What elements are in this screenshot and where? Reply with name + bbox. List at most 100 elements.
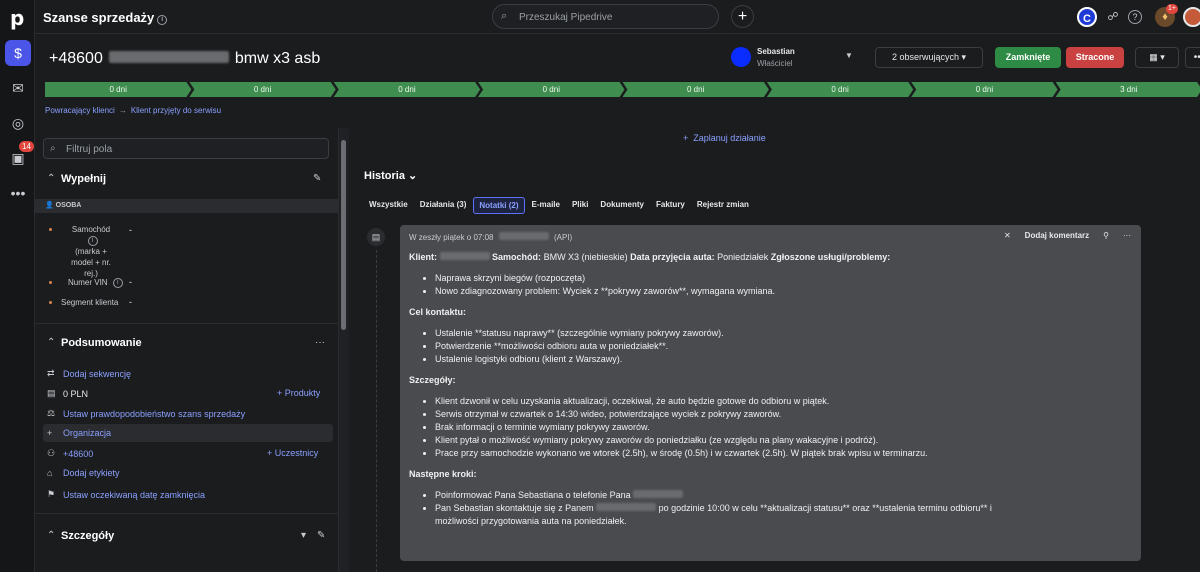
breadcrumb-pipeline[interactable]: Powracający klienci bbox=[45, 106, 115, 115]
pin-icon[interactable]: ⚲ bbox=[1103, 231, 1109, 240]
tab-emails[interactable]: E-maile bbox=[527, 197, 565, 214]
main-content: + Zaplanuj działanie Historia ⌄ Wszystki… bbox=[349, 128, 1200, 572]
schedule-activity-button[interactable]: + Zaplanuj działanie bbox=[683, 133, 766, 143]
help-icon[interactable]: ? bbox=[1128, 10, 1142, 24]
car-value: BMW X3 (niebieskie) bbox=[543, 252, 628, 262]
mail-icon[interactable]: ✉ bbox=[5, 75, 31, 101]
add-products-button[interactable]: + Produkty bbox=[277, 388, 320, 398]
owner-avatar[interactable] bbox=[731, 47, 751, 67]
chevron-up-icon[interactable]: ⌃ bbox=[47, 173, 55, 184]
deals-icon[interactable]: $ bbox=[5, 40, 31, 66]
search-input[interactable] bbox=[519, 9, 709, 25]
user-company-icon[interactable]: C bbox=[1077, 7, 1097, 27]
more-icon[interactable]: ··· bbox=[1123, 231, 1131, 240]
add-labels-link[interactable]: Dodaj etykiety bbox=[63, 468, 120, 478]
list-item: Potwierdzenie **możliwości odbioru auta … bbox=[435, 340, 1129, 353]
add-sequence-link[interactable]: Dodaj sekwencję bbox=[63, 369, 131, 379]
person-row[interactable]: ⚇ +48600 bbox=[47, 448, 93, 459]
tab-all[interactable]: Wszystkie bbox=[364, 197, 413, 214]
history-title-text: Historia bbox=[364, 170, 405, 182]
quick-add-button[interactable]: + bbox=[731, 5, 754, 28]
collapse-icon[interactable]: ✕ bbox=[1004, 231, 1011, 240]
pipeline-stage[interactable]: 0 dni bbox=[334, 82, 480, 97]
pipeline-stages: 0 dni 0 dni 0 dni 0 dni 0 dni 0 dni 0 dn… bbox=[45, 82, 1200, 97]
chevron-up-icon[interactable]: ⌃ bbox=[47, 530, 55, 541]
info-icon[interactable]: i bbox=[112, 278, 123, 288]
scrollbar-thumb[interactable] bbox=[341, 140, 346, 330]
person-link[interactable]: +48600 bbox=[63, 449, 93, 459]
field-label-car: Samochód i (marka + model + nr. rej.) bbox=[65, 224, 117, 279]
pipeline-stage[interactable]: 0 dni bbox=[623, 82, 769, 97]
chevron-up-icon[interactable]: ⌃ bbox=[47, 337, 55, 348]
deal-title[interactable]: +48600 bmw x3 asb bbox=[49, 50, 320, 68]
breadcrumb-stage[interactable]: Klient przyjęty do serwisu bbox=[131, 106, 221, 115]
info-icon[interactable]: i bbox=[87, 236, 98, 246]
close-date-link[interactable]: Ustaw oczekiwaną datę zamknięcia bbox=[63, 490, 205, 500]
page-title-text: Szanse sprzedaży bbox=[43, 10, 155, 25]
filter-input[interactable] bbox=[66, 142, 316, 156]
avatar[interactable] bbox=[1183, 7, 1200, 27]
add-products-label: Produkty bbox=[284, 388, 321, 398]
pipeline-stage[interactable]: 0 dni bbox=[767, 82, 913, 97]
more-actions-button[interactable]: ••• bbox=[1185, 47, 1200, 68]
sequence-icon: ⇄ bbox=[47, 368, 55, 378]
tab-files[interactable]: Pliki bbox=[567, 197, 593, 214]
probability-link[interactable]: Ustaw prawdopodobieństwo szans sprzedaży bbox=[63, 409, 245, 419]
close-date-row[interactable]: ⚑ Ustaw oczekiwaną datę zamknięcia bbox=[47, 489, 205, 500]
field-value-vin[interactable]: - bbox=[129, 277, 132, 287]
add-participants-button[interactable]: + Uczestnicy bbox=[267, 448, 318, 458]
divider bbox=[35, 513, 338, 514]
field-label-line: Samochód bbox=[71, 225, 111, 234]
tab-documents[interactable]: Dokumenty bbox=[595, 197, 649, 214]
tab-changelog[interactable]: Rejestr zmian bbox=[692, 197, 754, 214]
field-marker bbox=[49, 281, 52, 284]
organization-row[interactable]: + Organizacja bbox=[47, 428, 111, 438]
deal-title-name: bmw x3 asb bbox=[234, 50, 321, 67]
edit-icon[interactable]: ✎ bbox=[317, 530, 325, 541]
filter-icon[interactable]: ▾ bbox=[301, 530, 306, 541]
labels-row[interactable]: ⌂ Dodaj etykiety bbox=[47, 468, 120, 478]
summary-section-title[interactable]: Podsumowanie bbox=[61, 337, 142, 349]
amount-row[interactable]: ▤ 0 PLN bbox=[47, 388, 88, 399]
pipedrive-logo[interactable]: p bbox=[10, 6, 24, 30]
pipeline-stage[interactable]: 0 dni bbox=[911, 82, 1057, 97]
field-value-car[interactable]: - bbox=[129, 225, 132, 235]
tab-activities[interactable]: Działania (3) bbox=[415, 197, 472, 214]
add-sequence-row[interactable]: ⇄ Dodaj sekwencję bbox=[47, 368, 131, 379]
breadcrumb: Powracający klienci → Klient przyjęty do s… bbox=[45, 106, 221, 115]
tab-invoices[interactable]: Faktury bbox=[651, 197, 690, 214]
pipeline-stage[interactable]: 0 dni bbox=[189, 82, 335, 97]
details-section-title[interactable]: Szczegóły bbox=[61, 530, 114, 542]
organization-link[interactable]: Organizacja bbox=[63, 428, 111, 438]
view-options-button[interactable]: ▦ ▾ bbox=[1135, 47, 1179, 68]
left-navigation: p $ ✉ ◎ ▣ 14 ••• bbox=[0, 0, 35, 572]
followers-button[interactable]: 2 obserwujących ▾ bbox=[875, 47, 983, 68]
fill-section-title[interactable]: Wypełnij bbox=[61, 173, 106, 185]
edit-icon[interactable]: ✎ bbox=[313, 173, 321, 184]
history-title[interactable]: Historia ⌄ bbox=[364, 169, 417, 182]
probability-row[interactable]: ⚖ Ustaw prawdopodobieństwo szans sprzedaż… bbox=[47, 408, 245, 419]
chevron-down-icon[interactable]: ▼ bbox=[845, 51, 853, 60]
sidebar-scrollbar[interactable] bbox=[339, 128, 349, 572]
pipeline-stage[interactable]: 0 dni bbox=[478, 82, 624, 97]
lost-button[interactable]: Stracone bbox=[1066, 47, 1124, 68]
redacted-text bbox=[596, 503, 657, 511]
won-button[interactable]: Zamknięte bbox=[995, 47, 1061, 68]
list-item: Prace przy samochodzie wykonano we wtore… bbox=[435, 447, 1129, 460]
pipeline-stage[interactable]: 3 dni bbox=[1056, 82, 1200, 97]
field-value-segment[interactable]: - bbox=[129, 297, 132, 307]
location-icon[interactable]: ◎ bbox=[5, 110, 31, 136]
deal-amount[interactable]: 0 PLN bbox=[63, 389, 88, 399]
owner-name[interactable]: Sebastian bbox=[757, 47, 795, 56]
info-icon[interactable]: i bbox=[157, 15, 168, 25]
next-steps-label: Następne kroki: bbox=[409, 469, 477, 479]
campaign-icon[interactable]: ☍ bbox=[1103, 7, 1123, 27]
global-search[interactable]: ⌕ bbox=[492, 4, 719, 29]
filter-fields[interactable]: ⌕ bbox=[43, 138, 329, 159]
add-comment-button[interactable]: Dodaj komentarz bbox=[1025, 231, 1089, 240]
tab-notes[interactable]: Notatki (2) bbox=[473, 197, 525, 214]
more-icon[interactable]: ••• bbox=[5, 180, 31, 206]
more-icon[interactable]: ··· bbox=[315, 337, 325, 348]
pipeline-stage[interactable]: 0 dni bbox=[45, 82, 191, 97]
next-steps-heading: Następne kroki: bbox=[409, 468, 1129, 481]
